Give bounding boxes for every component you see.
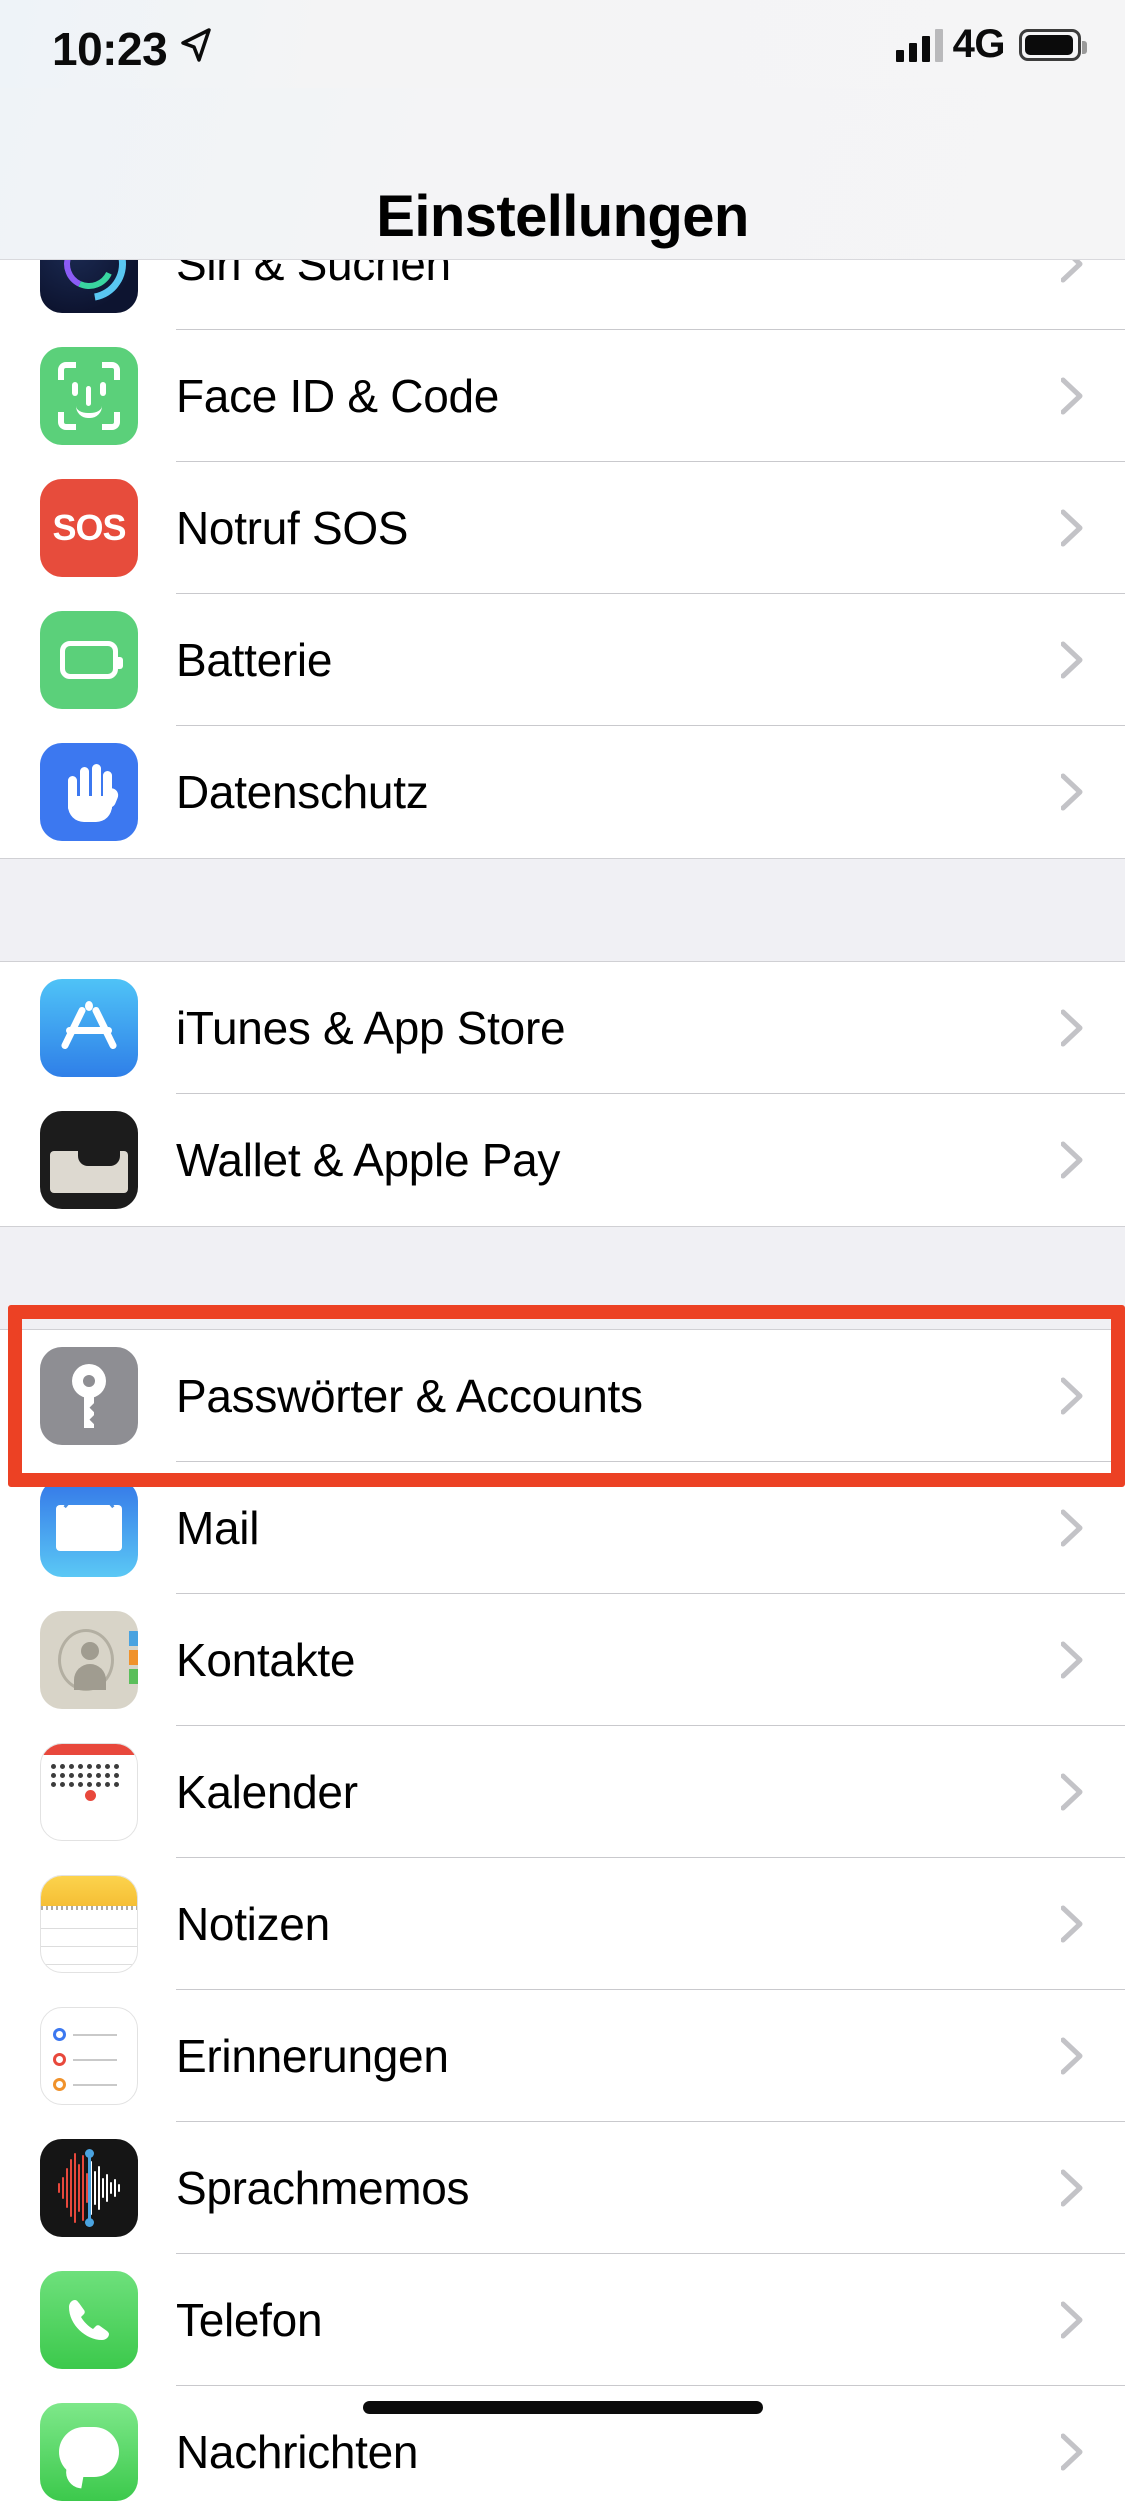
settings-row-label: iTunes & App Store [176,1002,566,1054]
voice-memos-icon [40,2139,138,2237]
chevron-right-icon [1061,1641,1083,1679]
settings-row-privacy[interactable]: Datenschutz [0,726,1125,858]
battery-full-icon [1019,28,1087,61]
settings-row-label: Sprachmemos [176,2162,470,2214]
chevron-right-icon [1061,509,1083,547]
mail-icon [40,1479,138,1577]
settings-row-reminders[interactable]: Erinnerungen [0,1990,1125,2122]
chevron-right-icon [1061,1773,1083,1811]
settings-row-label: Datenschutz [176,766,429,818]
location-arrow-icon [178,26,212,64]
settings-row-label: Nachrichten [176,2426,419,2478]
face-id-icon [40,347,138,445]
chevron-right-icon [1061,1009,1083,1047]
battery-icon [40,611,138,709]
settings-row-label: Batterie [176,634,333,686]
settings-row-face-id[interactable]: Face ID & Code [0,330,1125,462]
chevron-right-icon [1061,1377,1083,1415]
settings-row-itunes-app-store[interactable]: iTunes & App Store [0,962,1125,1094]
settings-row-label: Kalender [176,1766,358,1818]
settings-row-label: Notizen [176,1898,330,1950]
chevron-right-icon [1061,2169,1083,2207]
settings-row-label: Mail [176,1502,260,1554]
settings-row-passwords-accounts[interactable]: Passwörter & Accounts [0,1330,1125,1462]
settings-row-emergency-sos[interactable]: SOS Notruf SOS [0,462,1125,594]
calendar-icon [40,1743,138,1841]
privacy-hand-icon [40,743,138,841]
settings-row-label: Passwörter & Accounts [176,1370,643,1422]
settings-row-label: Face ID & Code [176,370,500,422]
status-bar: 10:23 4G [0,0,1125,88]
key-icon [40,1347,138,1445]
section-divider [0,858,1125,962]
settings-row-label: Erinnerungen [176,2030,449,2082]
chevron-right-icon [1061,2301,1083,2339]
chevron-right-icon [1061,1141,1083,1179]
settings-row-battery[interactable]: Batterie [0,594,1125,726]
chevron-right-icon [1061,1509,1083,1547]
chevron-right-icon [1061,1905,1083,1943]
settings-row-phone[interactable]: Telefon [0,2254,1125,2386]
chevron-right-icon [1061,641,1083,679]
notes-icon [40,1875,138,1973]
settings-row-label: Wallet & Apple Pay [176,1134,561,1186]
chevron-right-icon [1061,2037,1083,2075]
sos-icon: SOS [40,479,138,577]
carrier-label: 4G [952,22,1006,66]
phone-icon [40,2271,138,2369]
settings-row-contacts[interactable]: Kontakte [0,1594,1125,1726]
navigation-bar: Einstellungen [0,88,1125,260]
settings-row-voice-memos[interactable]: Sprachmemos [0,2122,1125,2254]
settings-row-mail[interactable]: Mail [0,1462,1125,1594]
contacts-icon [40,1611,138,1709]
status-bar-time: 10:23 [52,23,168,75]
settings-row-notes[interactable]: Notizen [0,1858,1125,1990]
section-divider [0,1226,1125,1330]
page-title: Einstellungen [376,184,749,249]
settings-row-wallet-apple-pay[interactable]: Wallet & Apple Pay [0,1094,1125,1226]
wallet-icon [40,1111,138,1209]
reminders-icon [40,2007,138,2105]
settings-row-calendar[interactable]: Kalender [0,1726,1125,1858]
settings-row-label: Notruf SOS [176,502,409,554]
chevron-right-icon [1061,773,1083,811]
home-indicator[interactable] [362,2401,763,2414]
settings-row-label: Kontakte [176,1634,356,1686]
chevron-right-icon [1061,377,1083,415]
messages-icon [40,2403,138,2501]
cellular-signal-icon [895,28,943,62]
app-store-icon [40,979,138,1077]
chevron-right-icon [1061,2433,1083,2471]
settings-row-label: Telefon [176,2294,323,2346]
